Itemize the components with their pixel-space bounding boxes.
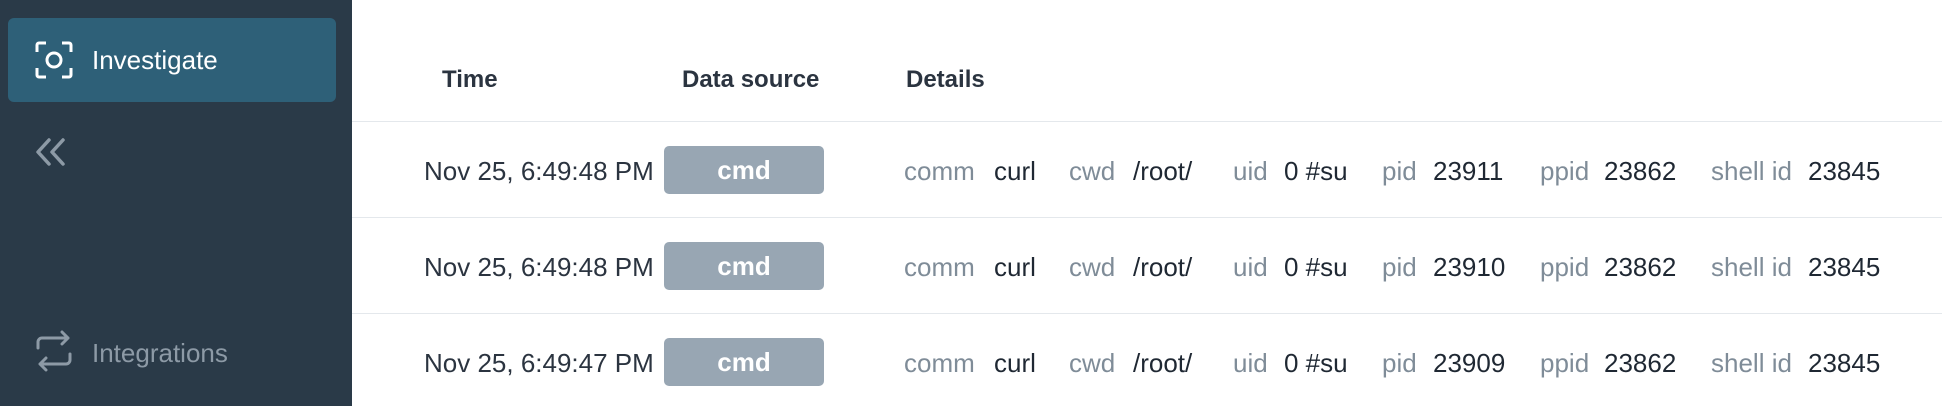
collapse-sidebar-button[interactable] <box>30 130 70 174</box>
detail-value: curl <box>994 252 1036 282</box>
detail-value: 23845 <box>1808 348 1881 378</box>
detail-key: cwd <box>1069 348 1116 378</box>
detail-key: ppid <box>1540 348 1590 378</box>
detail-key: comm <box>904 252 975 282</box>
detail-value: 0 #su <box>1284 348 1348 378</box>
detail-key: uid <box>1233 348 1268 378</box>
detail-key: shell id <box>1711 156 1792 186</box>
detail-value: /root/ <box>1133 156 1193 186</box>
detail-value: 23845 <box>1808 156 1881 186</box>
detail-value: 0 #su <box>1284 252 1348 282</box>
sidebar-item-integrations[interactable]: Integrations <box>8 310 336 394</box>
detail-key: ppid <box>1540 156 1590 186</box>
detail-value: 23862 <box>1604 252 1677 282</box>
detail-key: comm <box>904 348 975 378</box>
time-cell: Nov 25, 6:49:47 PM <box>424 348 654 378</box>
detail-key: comm <box>904 156 975 186</box>
table-row[interactable]: Nov 25, 6:49:48 PM cmd comm curl cwd /ro… <box>352 218 1942 314</box>
table-row[interactable]: Nov 25, 6:49:48 PM cmd comm curl cwd /ro… <box>352 122 1942 218</box>
detail-key: shell id <box>1711 348 1792 378</box>
detail-value: 23845 <box>1808 252 1881 282</box>
sidebar-item-investigate[interactable]: Investigate <box>8 18 336 102</box>
source-badge: cmd <box>664 146 824 194</box>
detail-key: uid <box>1233 252 1268 282</box>
detail-value: 23862 <box>1604 348 1677 378</box>
detail-value: curl <box>994 348 1036 378</box>
detail-key: cwd <box>1069 156 1116 186</box>
table-header: Time Data source Details <box>352 0 1942 122</box>
detail-key: shell id <box>1711 252 1792 282</box>
detail-value: 23911 <box>1433 156 1504 186</box>
integrations-icon <box>34 330 74 372</box>
detail-value: 23910 <box>1433 252 1506 282</box>
detail-key: ppid <box>1540 252 1590 282</box>
column-header-details: Details <box>906 66 985 93</box>
detail-value: 23862 <box>1604 156 1677 186</box>
detail-key: pid <box>1382 348 1417 378</box>
investigate-icon <box>34 40 74 80</box>
time-cell: Nov 25, 6:49:48 PM <box>424 156 654 186</box>
detail-key: pid <box>1382 156 1417 186</box>
source-badge: cmd <box>664 242 824 290</box>
detail-value: /root/ <box>1133 348 1193 378</box>
app: Investigate Integrations Time Data sourc… <box>0 0 1942 406</box>
detail-key: cwd <box>1069 252 1116 282</box>
detail-key: pid <box>1382 252 1417 282</box>
detail-value: curl <box>994 156 1036 186</box>
time-cell: Nov 25, 6:49:48 PM <box>424 252 654 282</box>
detail-value: 23909 <box>1433 348 1506 378</box>
detail-value: 0 #su <box>1284 156 1348 186</box>
detail-key: uid <box>1233 156 1268 186</box>
source-badge: cmd <box>664 338 824 386</box>
detail-value: /root/ <box>1133 252 1193 282</box>
sidebar-item-label: Integrations <box>92 338 228 368</box>
column-header-data-source[interactable]: Data source <box>682 66 819 94</box>
sidebar-item-label: Investigate <box>92 45 218 75</box>
column-header-time[interactable]: Time <box>442 66 498 94</box>
double-chevron-left-icon <box>30 138 70 178</box>
table-row[interactable]: Nov 25, 6:49:47 PM cmd comm curl cwd /ro… <box>352 314 1942 406</box>
events-table: Time Data source Details Nov 25, 6:49:48… <box>352 0 1942 406</box>
sidebar: Investigate Integrations <box>0 0 352 406</box>
